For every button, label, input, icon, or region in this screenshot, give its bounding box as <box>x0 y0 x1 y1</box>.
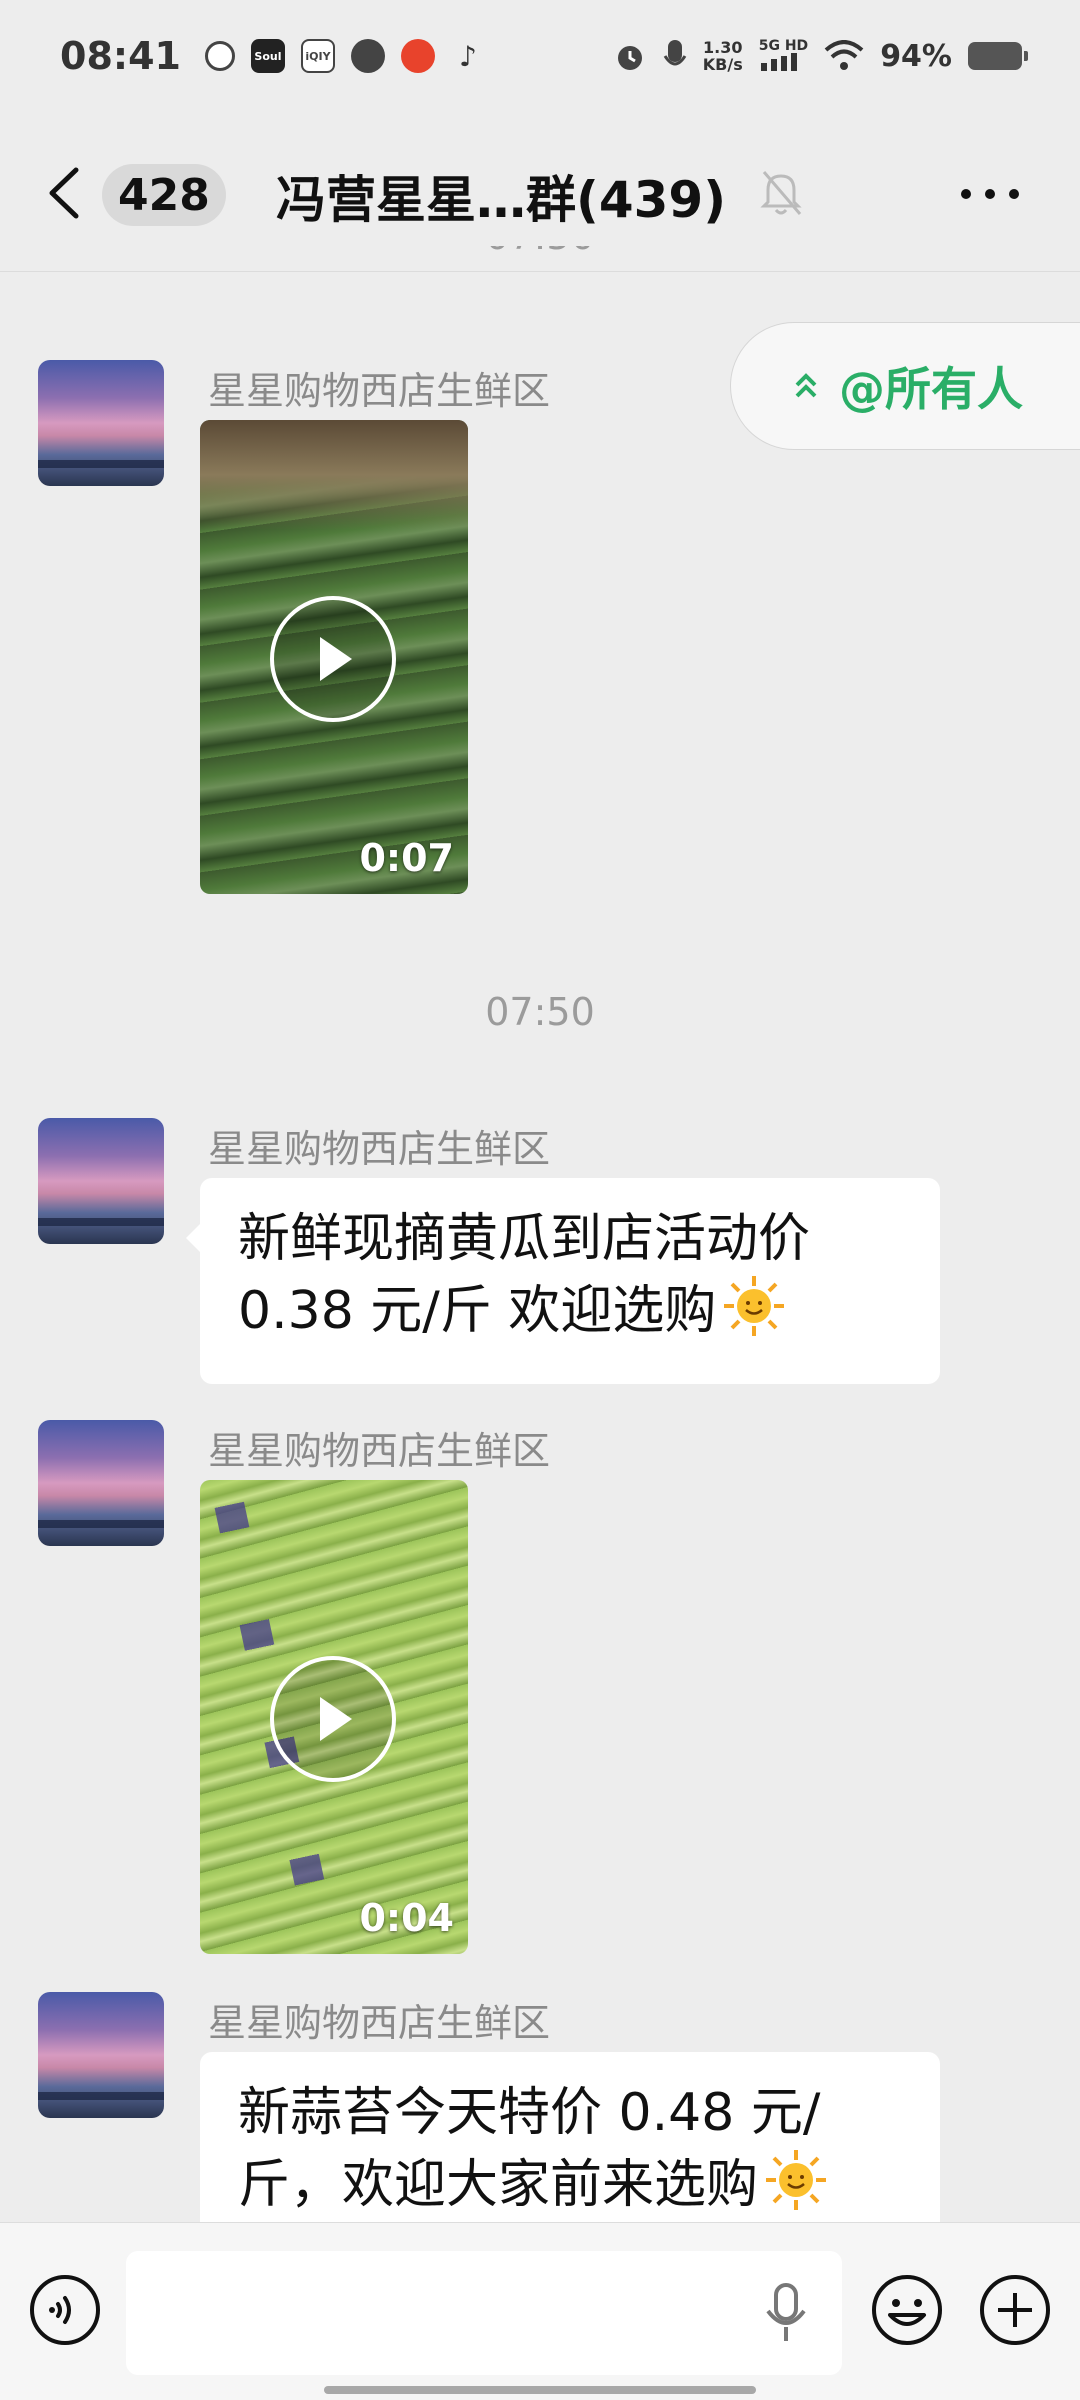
sender-name: 星星购物西店生鲜区 <box>208 2001 551 2045</box>
video-duration: 0:04 <box>359 1896 454 1940</box>
status-bar: 08:41 Soul iQIY ♪ 1.30 KB/s 5G HD 94% <box>0 0 1080 112</box>
at-all-button[interactable]: @所有人 <box>730 322 1080 450</box>
sender-name: 星星购物西店生鲜区 <box>208 369 551 413</box>
soul-app-icon: Soul <box>250 39 285 73</box>
iqiyi-app-icon: iQIY <box>300 39 335 73</box>
network-type: 5G HD <box>759 39 808 74</box>
play-icon[interactable] <box>270 596 396 722</box>
alarm-icon <box>617 46 642 70</box>
video-message[interactable]: 0:04 <box>200 1480 468 1954</box>
mic-icon[interactable] <box>760 2283 812 2343</box>
avatar[interactable] <box>38 1992 164 2118</box>
more-icon[interactable] <box>958 174 1022 214</box>
play-icon[interactable] <box>270 1656 396 1782</box>
plus-icon[interactable] <box>978 2273 1052 2347</box>
sun-emoji-icon <box>766 2150 827 2210</box>
status-right: 1.30 KB/s 5G HD 94% <box>613 38 1028 74</box>
avatar[interactable] <box>38 360 164 486</box>
at-all-label: @所有人 <box>839 362 1023 416</box>
net-rate: 1.30 KB/s <box>702 38 743 74</box>
signal-icon <box>760 52 797 71</box>
chat-title: 冯营星星…群(439) <box>276 171 727 229</box>
status-left: 08:41 Soul iQIY ♪ <box>60 34 485 78</box>
battery-text: 94% <box>880 38 952 74</box>
emoji-icon[interactable] <box>870 2273 944 2347</box>
mic-status-icon <box>663 40 687 66</box>
wifi-icon <box>824 40 864 70</box>
weibo-app-icon <box>400 39 435 73</box>
video-duration: 0:07 <box>359 836 454 880</box>
sender-name: 星星购物西店生鲜区 <box>208 1429 551 1473</box>
clock-app-icon <box>204 41 235 71</box>
back-icon[interactable] <box>44 166 84 220</box>
avatar[interactable] <box>38 1420 164 1546</box>
avatar[interactable] <box>38 1118 164 1244</box>
voice-icon[interactable] <box>28 2273 102 2347</box>
mute-bell-icon <box>760 171 802 215</box>
sender-name: 星星购物西店生鲜区 <box>208 1127 551 1171</box>
message-input[interactable] <box>126 2251 842 2375</box>
unread-count-badge[interactable]: 428 <box>102 164 226 226</box>
tiktok-app-icon: ♪ <box>459 39 477 73</box>
input-bar <box>0 2222 1080 2400</box>
video-message[interactable]: 0:07 <box>200 420 468 894</box>
battery-icon <box>968 42 1028 70</box>
browser-app-icon <box>350 39 385 73</box>
status-time: 08:41 <box>60 34 181 78</box>
text-bubble[interactable]: 新鲜现摘黄瓜到店活动价0.38 元/斤 欢迎选购 <box>186 1178 940 1384</box>
timestamp: 07:50 <box>485 990 595 1034</box>
message-text: 新蒜苔今天特价 0.48 元/斤，欢迎大家前来选购 <box>238 2083 821 2215</box>
timestamp-partial: 07:50 <box>0 246 1080 272</box>
home-indicator[interactable] <box>324 2386 756 2394</box>
double-chevron-up-icon <box>795 373 817 398</box>
sun-emoji-icon <box>724 1276 785 1336</box>
